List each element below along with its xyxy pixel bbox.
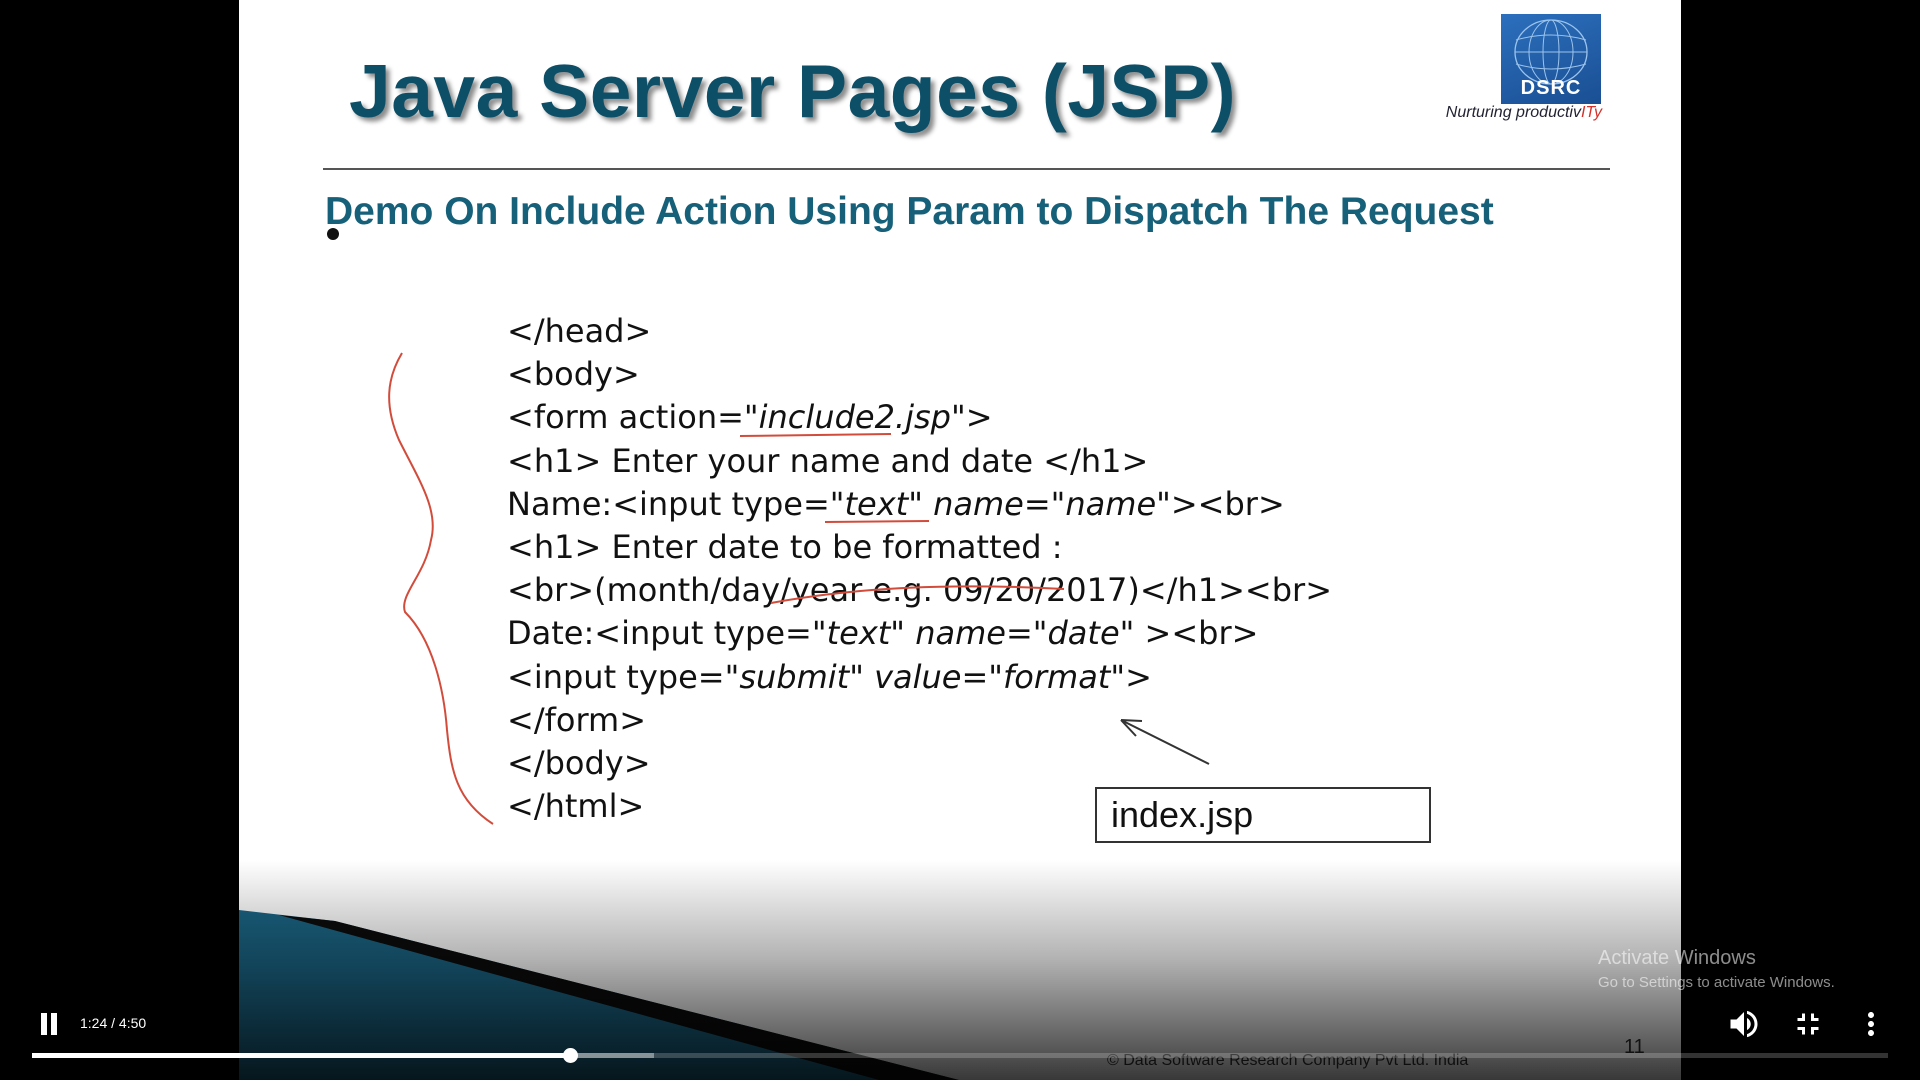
code-line: </body> xyxy=(507,743,651,782)
code-line: <input type="submit" value="format"> xyxy=(507,657,1152,696)
bullet-point xyxy=(327,228,339,240)
pause-button[interactable] xyxy=(32,1008,66,1042)
played-range xyxy=(32,1053,571,1058)
exit-fullscreen-button[interactable] xyxy=(1790,1006,1826,1042)
watermark-subtitle: Go to Settings to activate Windows. xyxy=(1598,974,1835,991)
globe-logo-mark: DSRC xyxy=(1501,14,1601,104)
slide-title: Java Server Pages (JSP) xyxy=(349,49,1237,133)
code-line: <h1> Enter your name and date </h1> xyxy=(507,441,1149,480)
more-options-icon xyxy=(1868,1012,1874,1036)
logo-tagline: Nurturing productivITy xyxy=(1445,104,1602,121)
code-line: <h1> Enter date to be formatted : xyxy=(507,527,1063,566)
video-stage[interactable]: Java Server Pages (JSP) DSRC Nurturing p… xyxy=(0,0,1920,1080)
volume-icon xyxy=(1730,1010,1758,1038)
code-line: <br>(month/day/year e.g. 09/20/2017)</h1… xyxy=(507,571,1332,610)
brace-annotation xyxy=(388,352,494,825)
code-line: </head> xyxy=(507,312,652,350)
seek-bar[interactable] xyxy=(32,1048,1888,1063)
exit-fullscreen-icon xyxy=(1797,1013,1819,1035)
presentation-slide: Java Server Pages (JSP) DSRC Nurturing p… xyxy=(239,0,1681,1080)
code-listing: </head> <body> <form action="include2.js… xyxy=(507,310,1332,828)
volume-button[interactable] xyxy=(1726,1006,1762,1042)
code-line: Date:<input type="text" name="date" ><br… xyxy=(507,614,1259,653)
slide-subtitle: Demo On Include Action Using Param to Di… xyxy=(325,190,1494,233)
more-options-button[interactable] xyxy=(1853,1006,1889,1042)
windows-activation-watermark: Activate Windows Go to Settings to activ… xyxy=(1598,946,1835,994)
pause-icon xyxy=(51,1013,57,1035)
title-divider xyxy=(323,168,1610,170)
dsrc-logo: DSRC Nurturing productivITy xyxy=(1429,14,1602,126)
file-label-box: index.jsp xyxy=(1095,787,1431,843)
watermark-title: Activate Windows xyxy=(1598,947,1756,969)
pause-icon xyxy=(41,1013,47,1035)
code-line: Name:<input type="text" name="name"><br> xyxy=(507,484,1285,523)
logo-text: DSRC xyxy=(1520,77,1582,99)
code-line: <form action="include2.jsp"> xyxy=(507,398,993,437)
code-line: </form> xyxy=(507,700,647,739)
code-line: <body> xyxy=(507,355,640,394)
